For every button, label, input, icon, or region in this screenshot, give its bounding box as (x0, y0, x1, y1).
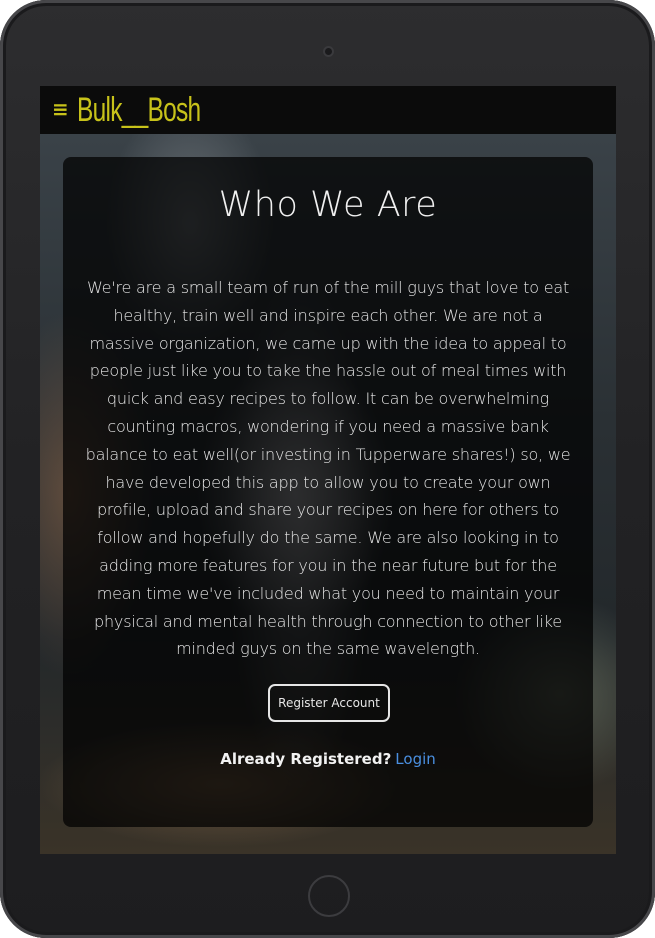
login-link[interactable]: Login (395, 750, 435, 768)
front-camera-icon (323, 46, 334, 57)
about-card: Who We Are We're are a small team of run… (63, 157, 593, 827)
register-account-button[interactable]: Register Account (268, 684, 390, 722)
navbar: ≡ Bulk__Bosh (40, 86, 616, 134)
already-registered-text: Already Registered? (220, 750, 392, 768)
about-text: We're are a small team of run of the mil… (85, 278, 571, 659)
brand-logo[interactable]: Bulk__Bosh (77, 91, 201, 130)
login-prompt: Already Registered? Login (63, 750, 593, 768)
hamburger-menu-icon[interactable]: ≡ (52, 99, 69, 119)
screen: ≡ Bulk__Bosh Who We Are We're are a smal… (40, 86, 616, 854)
tablet-frame: ≡ Bulk__Bosh Who We Are We're are a smal… (0, 0, 655, 938)
home-button[interactable] (308, 875, 350, 917)
page-title: Who We Are (218, 185, 438, 225)
